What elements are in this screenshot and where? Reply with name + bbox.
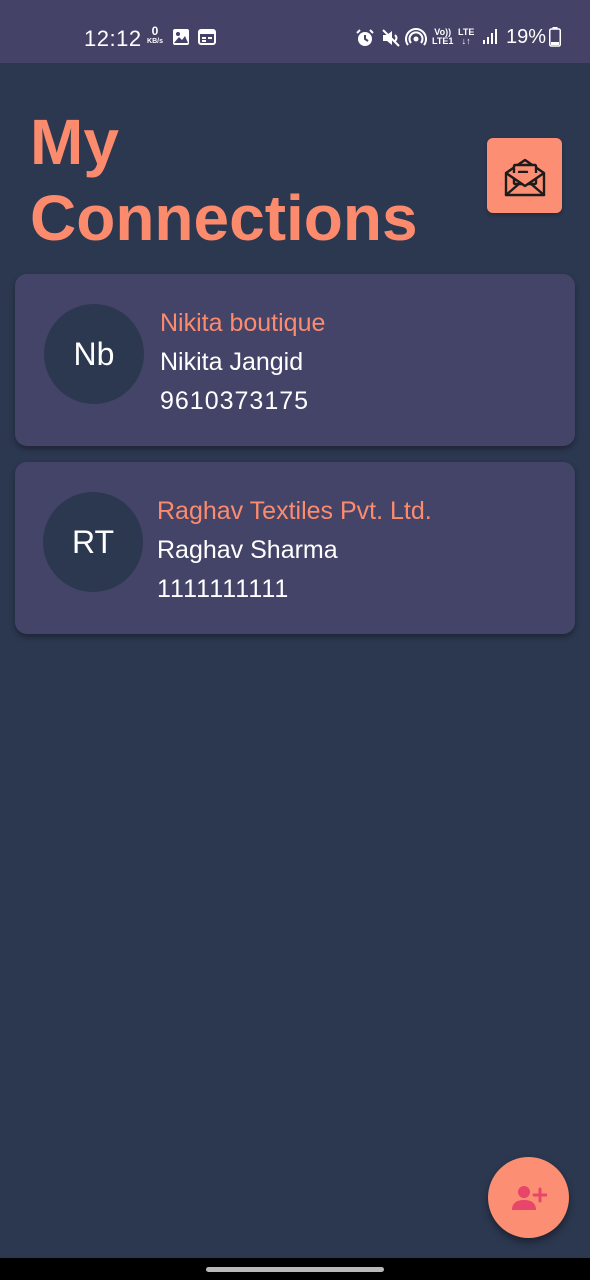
page-title-line1: My [30,106,119,178]
mute-icon [381,28,401,53]
connection-card[interactable]: RT Raghav Textiles Pvt. Ltd. Raghav Shar… [15,462,575,634]
phone-number: 9610373175 [160,387,310,415]
phone-number: 1111111111 [157,575,290,603]
lte-bottom-label: ↓↑ [461,36,471,46]
add-person-icon [511,1183,547,1213]
page-title-line2: Connections [30,182,418,254]
system-nav-bar [0,1258,590,1280]
alarm-icon [355,28,375,53]
add-connection-button[interactable] [488,1157,569,1238]
contact-name: Raghav Sharma [157,536,338,564]
status-time: 12:12 [84,26,142,51]
network-speed-unit: KB/s [147,38,163,45]
hotspot-icon [405,28,427,53]
lte-indicator: LTE ↓↑ [458,28,474,46]
connection-card[interactable]: Nb Nikita boutique Nikita Jangid 9610373… [15,274,575,446]
connection-details: Raghav Textiles Pvt. Ltd. Raghav Sharma … [157,492,432,609]
volte-bottom-label: LTE1 [432,36,454,46]
requests-inbox-button[interactable] [487,138,562,213]
status-bar: 12:12 0 KB/s Vo)) LTE1 LTE ↓↑ 19% [0,0,590,63]
avatar: RT [43,492,143,592]
image-icon [172,28,190,51]
calendar-icon [198,28,216,51]
connection-details: Nikita boutique Nikita Jangid 9610373175 [160,304,325,421]
avatar-initials: Nb [73,335,115,372]
volte-indicator: Vo)) LTE1 [432,28,453,46]
contact-name: Nikita Jangid [160,348,304,376]
network-speed-value: 0 [151,24,159,38]
business-name: Raghav Textiles Pvt. Ltd. [157,497,432,525]
mail-open-icon [501,152,549,200]
page-title: My Connections [30,104,418,256]
network-speed: 0 KB/s [143,24,167,46]
avatar-initials: RT [71,523,115,560]
battery-percent: 19% [506,26,547,48]
avatar: Nb [44,304,144,404]
battery-icon [549,27,561,52]
business-name: Nikita boutique [160,309,326,337]
home-gesture-handle[interactable] [206,1267,384,1272]
signal-icon [481,28,499,51]
